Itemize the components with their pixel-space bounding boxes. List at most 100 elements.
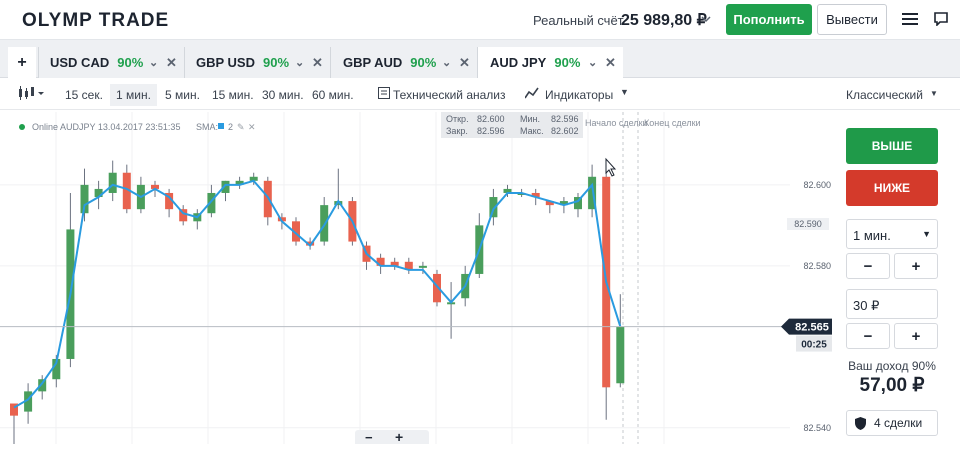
candle-bullish (418, 265, 427, 268)
current-price-value: 82.565 (795, 322, 829, 334)
y-tick-label: 82.540 (803, 423, 831, 433)
tab-payout-percent: 90% (263, 55, 290, 70)
tab-gbp-usd[interactable]: GBP USD 90% ⌄ ✕ (184, 47, 330, 78)
ohlc-max-label: Макс. (520, 126, 544, 136)
trade-panel: ВЫШЕ НИЖЕ 1 мин. ▼ − + 30 ₽ − + Ваш дохо… (842, 112, 960, 444)
menu-icon[interactable] (902, 12, 918, 26)
close-icon[interactable]: ✕ (166, 55, 177, 71)
online-status-dot (19, 124, 25, 130)
chevron-down-icon[interactable]: ▼ (930, 89, 938, 98)
duration-select[interactable]: 1 мин. ▼ (846, 219, 938, 249)
tab-aud-jpy[interactable]: AUD JPY 90% ⌄ ✕ (477, 47, 623, 78)
timeframe-15m[interactable]: 15 мин. (212, 88, 254, 102)
deposit-button[interactable]: Пополнить (726, 4, 812, 35)
ohlc-open-label: Откр. (446, 114, 469, 124)
tab-payout-percent: 90% (554, 55, 581, 70)
indicators-button[interactable]: Индикаторы (545, 88, 613, 102)
chart-style-select[interactable]: Классический (846, 88, 923, 102)
tab-pair-label: USD CAD (50, 55, 110, 70)
duration-value: 1 мин. (853, 228, 891, 243)
technical-analysis-icon (378, 87, 390, 102)
candle-bullish (108, 172, 117, 193)
chevron-down-icon[interactable]: ⌄ (442, 56, 451, 69)
y-tick-label: 82.580 (803, 261, 831, 271)
candles-group (10, 160, 625, 449)
indicators-icon (524, 87, 539, 102)
ohlc-max-value: 82.602 (551, 126, 579, 136)
duration-plus-button[interactable]: + (894, 253, 938, 279)
chevron-down-icon: ▼ (922, 229, 931, 239)
tab-gbp-aud[interactable]: GBP AUD 90% ⌄ ✕ (330, 47, 477, 78)
tab-payout-percent: 90% (410, 55, 437, 70)
deals-count-label: 4 сделки (874, 416, 923, 430)
y-tick-label: 82.600 (803, 180, 831, 190)
amount-input[interactable]: 30 ₽ (846, 289, 938, 319)
y-axis-ticks: 82.600 82.580 82.540 (803, 180, 831, 433)
chart-toolbar: 15 сек. 1 мин. 5 мин. 15 мин. 30 мин. 60… (0, 78, 960, 110)
close-icon[interactable]: ✕ (248, 122, 256, 132)
candle-bearish (263, 180, 272, 218)
close-icon[interactable]: ✕ (459, 55, 470, 71)
candle-bullish (616, 326, 625, 384)
chat-icon[interactable] (934, 12, 948, 26)
asset-tabs: + USD CAD 90% ⌄ ✕ GBP USD 90% ⌄ ✕ GBP AU… (0, 40, 960, 78)
chevron-down-icon[interactable]: ⌄ (588, 56, 597, 69)
zoom-out-button[interactable]: − (365, 430, 373, 445)
timeframe-60m[interactable]: 60 мин. (312, 88, 354, 102)
zoom-in-button[interactable]: + (395, 429, 403, 445)
tab-usd-cad[interactable]: USD CAD 90% ⌄ ✕ (38, 47, 184, 78)
technical-analysis-button[interactable]: Технический анализ (393, 88, 506, 102)
balance-value[interactable]: 25 989,80 ₽ (621, 10, 707, 30)
amount-minus-button[interactable]: − (846, 323, 890, 349)
countdown-timer: 00:25 (801, 340, 827, 351)
amount-value: 30 ₽ (853, 298, 880, 313)
sma-label: SMA: (196, 122, 218, 132)
trade-end-label: Конец сделки (644, 118, 701, 128)
add-tab-button[interactable]: + (8, 47, 36, 78)
price-chart[interactable]: Откр. 82.600 Мин. 82.596 Закр. 82.596 Ма… (0, 112, 842, 449)
chevron-down-icon[interactable]: ⌄ (295, 56, 304, 69)
tab-pair-label: GBP USD (196, 55, 255, 70)
tab-payout-percent: 90% (117, 55, 144, 70)
income-value: 57,00 ₽ (859, 375, 925, 396)
timeframe-30m[interactable]: 30 мин. (262, 88, 304, 102)
chevron-down-icon[interactable] (700, 9, 712, 28)
cursor-icon (605, 157, 617, 177)
sell-down-button[interactable]: НИЖЕ (846, 170, 938, 206)
chart-grid (0, 112, 790, 444)
buy-up-button[interactable]: ВЫШЕ (846, 128, 938, 164)
income-label: Ваш доход 90% (848, 359, 936, 373)
sma-line (13, 179, 622, 409)
ohlc-close-label: Закр. (446, 126, 468, 136)
tab-pair-label: GBP AUD (343, 55, 403, 70)
deals-button[interactable]: 4 сделки (846, 410, 938, 436)
ohlc-close-value: 82.596 (477, 126, 505, 136)
timeframe-15s[interactable]: 15 сек. (65, 88, 103, 102)
top-bar: OLYMP TRADE Реальный счёт 25 989,80 ₽ По… (0, 0, 960, 40)
timeframe-5m[interactable]: 5 мин. (165, 88, 200, 102)
chevron-down-icon[interactable]: ▼ (620, 87, 629, 97)
sma-period-value: 2 (228, 122, 233, 132)
sma-color-swatch (218, 123, 224, 129)
tab-pair-label: AUD JPY (490, 55, 547, 70)
price-badge: 82.590 (794, 219, 822, 229)
account-type-label[interactable]: Реальный счёт (533, 13, 624, 28)
chart-canvas[interactable]: Откр. 82.600 Мин. 82.596 Закр. 82.596 Ма… (0, 112, 842, 449)
edit-icon[interactable]: ✎ (237, 122, 245, 132)
candle-bullish (320, 205, 329, 242)
zoom-controls: − + (355, 429, 429, 445)
chart-status-text: Online AUDJPY 13.04.2017 23:51:35 (32, 122, 180, 132)
candles-chart-type-icon[interactable] (18, 86, 44, 103)
timeframe-1m[interactable]: 1 мин. (110, 84, 157, 106)
amount-plus-button[interactable]: + (894, 323, 938, 349)
close-icon[interactable]: ✕ (312, 55, 323, 71)
chevron-down-icon[interactable]: ⌄ (149, 56, 158, 69)
ohlc-min-value: 82.596 (551, 114, 579, 124)
close-icon[interactable]: ✕ (605, 55, 616, 71)
olymp-trade-logo[interactable]: OLYMP TRADE (22, 10, 169, 32)
shield-icon (855, 416, 866, 430)
withdraw-button[interactable]: Вывести (817, 4, 887, 35)
ohlc-open-value: 82.600 (477, 114, 505, 124)
duration-minus-button[interactable]: − (846, 253, 890, 279)
trade-start-label: Начало сделки (585, 118, 648, 128)
